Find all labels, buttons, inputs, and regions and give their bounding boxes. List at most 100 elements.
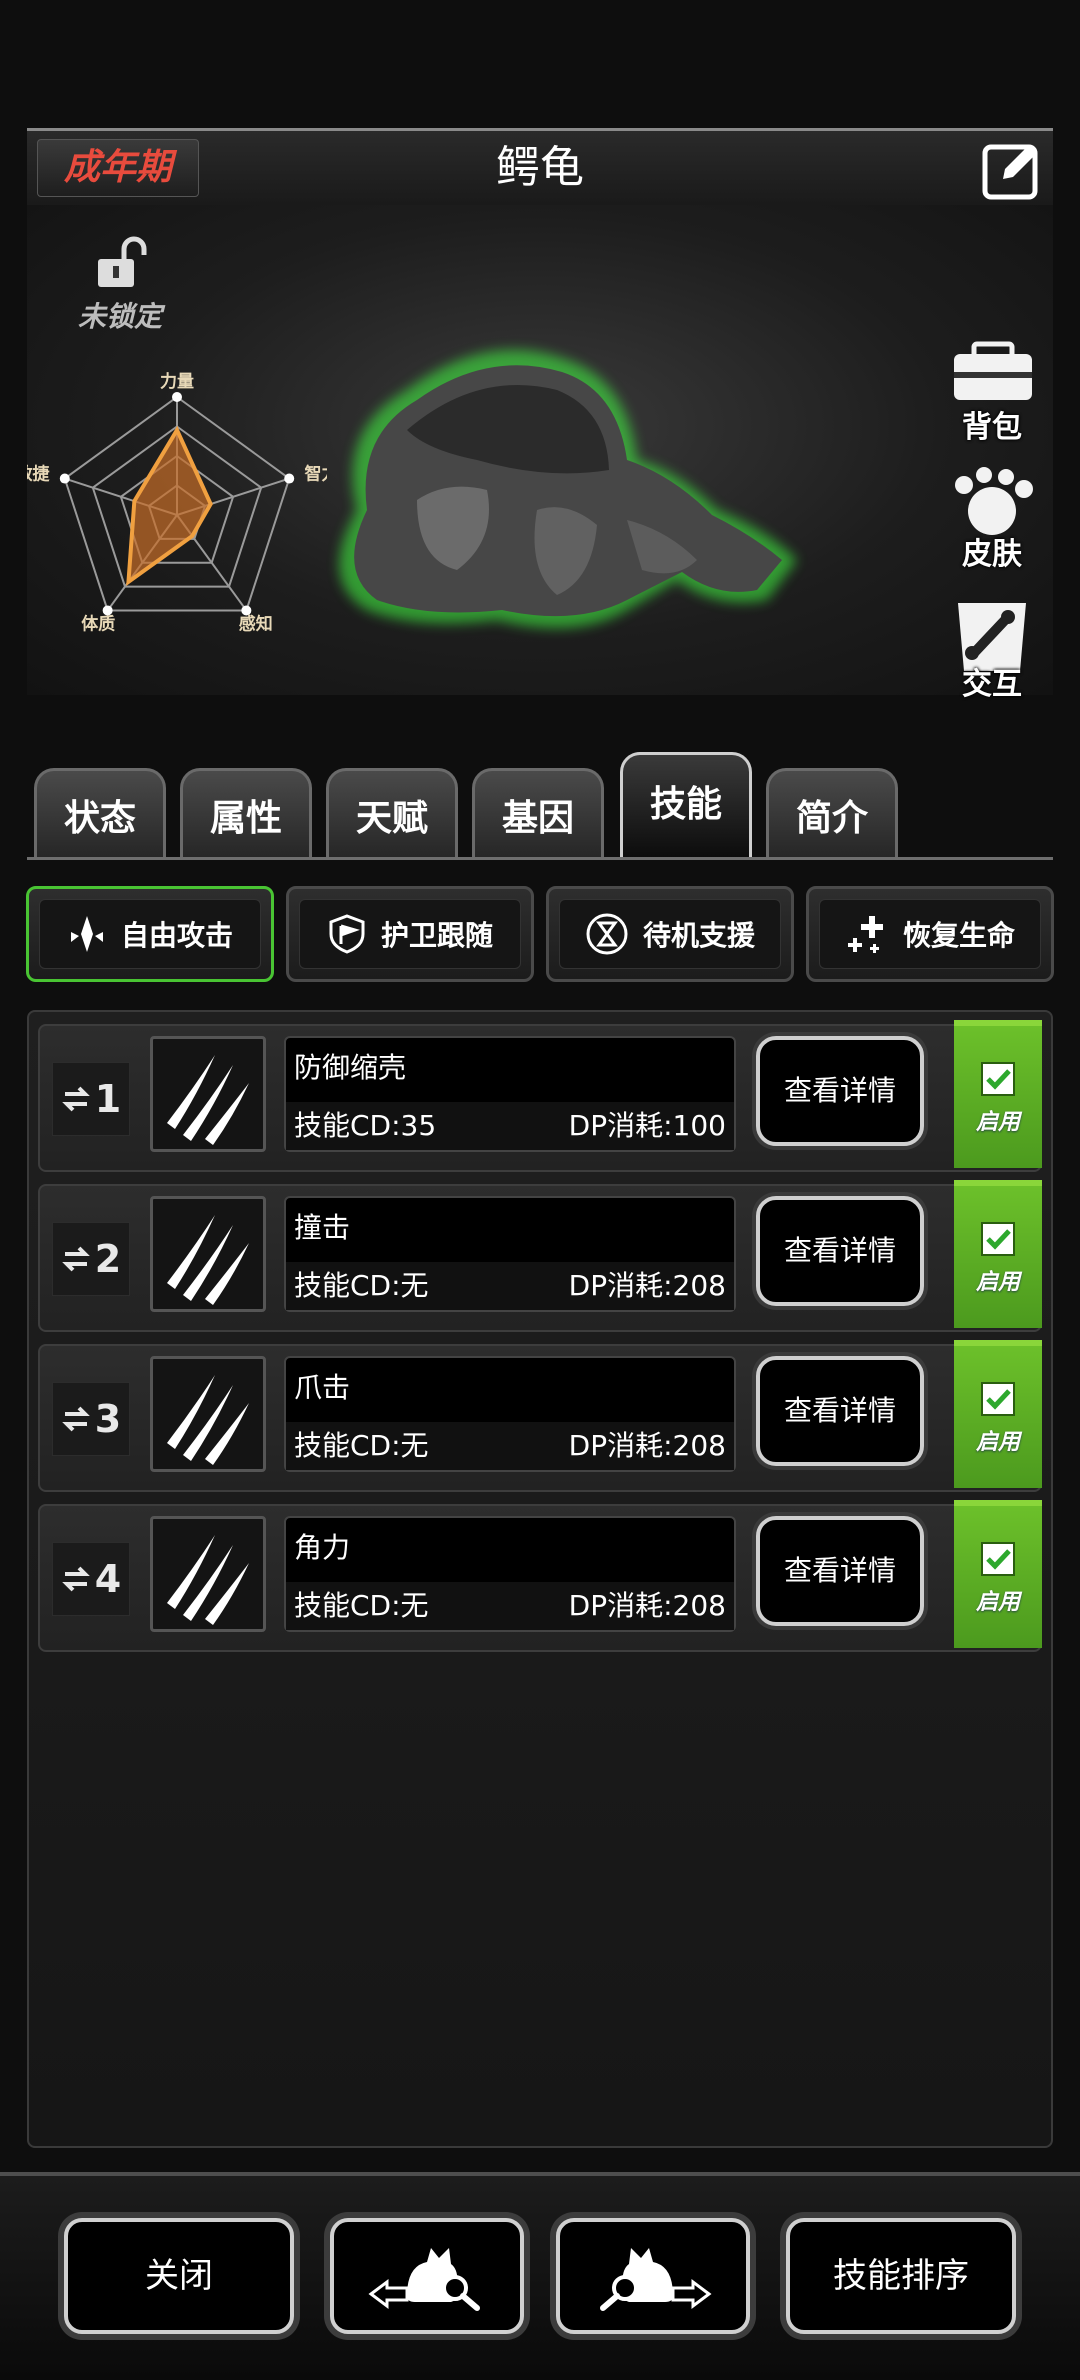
skill-slot-number: 2 — [52, 1222, 130, 1296]
skill-sort-button[interactable]: 技能排序 — [786, 2218, 1016, 2334]
mode-guard-follow-button[interactable]: 护卫跟随 — [286, 886, 534, 982]
interact-button[interactable]: 交互 — [937, 597, 1047, 707]
enable-skill-toggle[interactable]: 启用 — [954, 1180, 1042, 1328]
skill-row: 1 防御缩壳 技能CD:35 DP消耗:100 查看详情 启用 — [38, 1020, 1042, 1172]
claw-scratch-icon — [167, 1375, 249, 1465]
radar-axis-label: 感知 — [239, 613, 273, 634]
slot-number-label: 2 — [94, 1237, 122, 1281]
unlock-icon — [98, 236, 147, 287]
tab-intro[interactable]: 简介 — [766, 768, 898, 858]
close-button[interactable]: 关闭 — [64, 2218, 294, 2334]
pet-model-image — [339, 350, 797, 628]
slot-number-label: 1 — [94, 1077, 122, 1121]
skill-info-box: 撞击 技能CD:无 DP消耗:208 — [284, 1196, 736, 1312]
enable-label: 启用 — [975, 1590, 1020, 1615]
radar-axis-label: 敏捷 — [27, 464, 51, 485]
skill-row: 2 撞击 技能CD:无 DP消耗:208 查看详情 启用 — [38, 1180, 1042, 1332]
tab-talent[interactable]: 天赋 — [326, 768, 458, 858]
skill-icon-frame — [150, 1516, 266, 1632]
radar-axis-label: 体质 — [81, 613, 115, 634]
skill-icon-frame — [150, 1356, 266, 1472]
checkbox-checked-icon — [981, 1542, 1015, 1576]
next-pet-button[interactable] — [556, 2218, 750, 2334]
check-icon — [986, 1069, 1011, 1090]
mode-standby-support-button[interactable]: 待机支援 — [546, 886, 794, 982]
slot-number-label: 3 — [94, 1397, 122, 1441]
view-details-button[interactable]: 查看详情 — [756, 1356, 924, 1466]
enable-skill-toggle[interactable]: 启用 — [954, 1020, 1042, 1168]
enable-skill-toggle[interactable]: 启用 — [954, 1340, 1042, 1488]
radar-vertex — [172, 392, 182, 402]
tab-skills[interactable]: 技能 — [620, 752, 752, 858]
attack-icon — [70, 916, 103, 952]
check-icon — [986, 1389, 1011, 1410]
radar-vertex — [59, 473, 70, 484]
next-pet-search-icon — [600, 2248, 712, 2311]
edit-icon — [982, 144, 1038, 200]
edit-name-button[interactable] — [981, 137, 1045, 201]
skill-row: 3 爪击 技能CD:无 DP消耗:208 查看详情 启用 — [38, 1340, 1042, 1492]
pet-viewport: 未锁定 力量智力感知体质敏捷 背包 皮肤 — [27, 205, 1053, 702]
skill-name: 爪击 — [294, 1371, 351, 1404]
lock-toggle[interactable]: 未锁定 — [65, 235, 175, 335]
pet-name-title: 鳄龟 — [496, 142, 584, 193]
lock-status-label: 未锁定 — [77, 300, 162, 333]
backpack-label: 背包 — [962, 410, 1022, 445]
skin-button[interactable]: 皮肤 — [937, 467, 1047, 577]
tab-status[interactable]: 状态 — [34, 768, 166, 858]
skill-dp-cost: DP消耗:208 — [568, 1429, 726, 1462]
view-details-button[interactable]: 查看详情 — [756, 1036, 924, 1146]
skill-info-box: 防御缩壳 技能CD:35 DP消耗:100 — [284, 1036, 736, 1152]
view-details-button[interactable]: 查看详情 — [756, 1196, 924, 1306]
header-bar: 成年期 鳄龟 — [27, 128, 1053, 207]
mode-heal-button[interactable]: 恢复生命 — [806, 886, 1054, 982]
check-icon — [986, 1229, 1011, 1250]
attribute-radar-chart: 力量智力感知体质敏捷 — [27, 371, 327, 634]
previous-pet-button[interactable] — [330, 2218, 524, 2334]
heal-cross-icon — [847, 916, 883, 953]
mode-label: 护卫跟随 — [380, 919, 493, 952]
checkbox-checked-icon — [981, 1062, 1015, 1096]
radar-axis-label: 力量 — [160, 371, 194, 392]
view-details-button[interactable]: 查看详情 — [756, 1516, 924, 1626]
skill-meta-bar: 技能CD:无 DP消耗:208 — [286, 1582, 734, 1630]
checkbox-checked-icon — [981, 1222, 1015, 1256]
swap-arrows-icon — [61, 1086, 90, 1112]
tab-divider — [27, 857, 1053, 860]
hourglass-icon — [586, 913, 628, 955]
mode-label: 待机支援 — [642, 919, 755, 952]
skill-dp-cost: DP消耗:100 — [568, 1109, 726, 1142]
skill-name: 防御缩壳 — [294, 1051, 407, 1084]
swap-arrows-icon — [61, 1246, 90, 1272]
enable-skill-toggle[interactable]: 启用 — [954, 1500, 1042, 1648]
skill-dp-cost: DP消耗:208 — [568, 1269, 726, 1302]
claw-scratch-icon — [167, 1215, 249, 1305]
skill-name: 角力 — [294, 1531, 351, 1564]
mode-label: 恢复生命 — [902, 919, 1015, 952]
skill-name: 撞击 — [294, 1211, 351, 1244]
skill-meta-bar: 技能CD:35 DP消耗:100 — [286, 1102, 734, 1150]
skill-info-box: 角力 技能CD:无 DP消耗:208 — [284, 1516, 736, 1632]
check-icon — [986, 1549, 1011, 1570]
checkbox-checked-icon — [981, 1382, 1015, 1416]
tab-genes[interactable]: 基因 — [472, 768, 604, 858]
skill-meta-bar: 技能CD:无 DP消耗:208 — [286, 1422, 734, 1470]
claw-scratch-icon — [167, 1055, 249, 1145]
skin-label: 皮肤 — [962, 537, 1022, 572]
interact-label: 交互 — [962, 667, 1022, 702]
tab-attributes[interactable]: 属性 — [180, 768, 312, 858]
prev-pet-search-icon — [368, 2248, 480, 2311]
enable-label: 启用 — [975, 1270, 1020, 1295]
skill-meta-bar: 技能CD:无 DP消耗:208 — [286, 1262, 734, 1310]
skill-cooldown: 技能CD:无 — [294, 1589, 429, 1622]
mode-free-attack-button[interactable]: 自由攻击 — [26, 886, 274, 982]
skill-icon-frame — [150, 1036, 266, 1152]
skill-cooldown: 技能CD:35 — [294, 1109, 437, 1142]
skill-slot-number: 3 — [52, 1382, 130, 1456]
skill-info-box: 爪击 技能CD:无 DP消耗:208 — [284, 1356, 736, 1472]
shield-flag-icon — [329, 914, 365, 954]
backpack-button[interactable]: 背包 — [937, 340, 1047, 450]
swap-arrows-icon — [61, 1406, 90, 1432]
claw-scratch-icon — [167, 1535, 249, 1625]
enable-label: 启用 — [975, 1110, 1020, 1135]
